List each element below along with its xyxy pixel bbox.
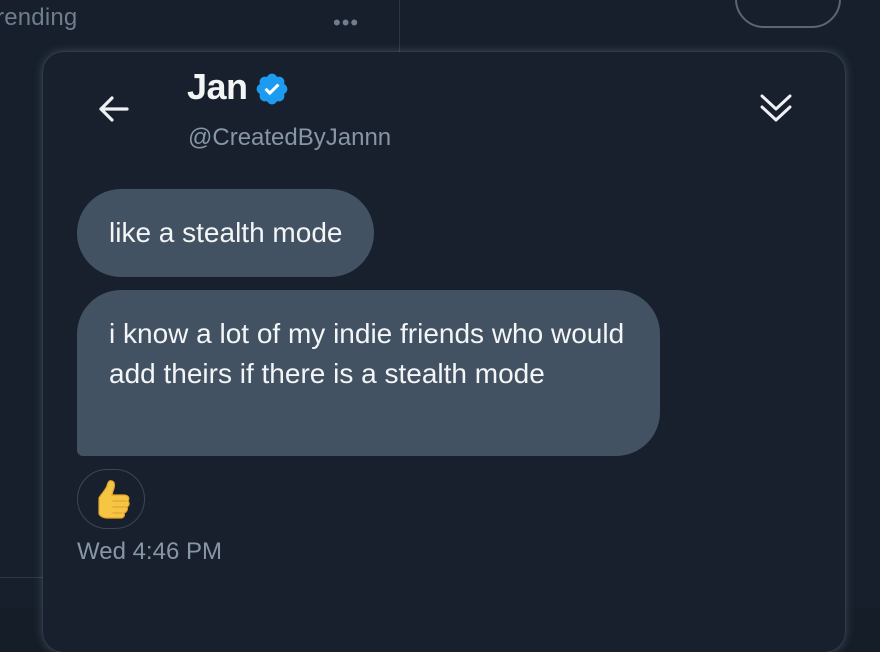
trending-label[interactable]: rending — [0, 4, 77, 32]
reaction-badge[interactable] — [77, 469, 145, 529]
row-divider — [0, 577, 44, 578]
top-pill-button[interactable] — [735, 0, 841, 28]
user-name[interactable]: Jan — [187, 66, 248, 108]
back-button[interactable] — [96, 92, 130, 126]
arrow-left-icon — [99, 96, 129, 122]
column-divider — [399, 0, 400, 52]
double-chevron-down-icon — [760, 94, 792, 122]
message-bubble[interactable]: like a stealth mode — [77, 189, 375, 277]
more-options-icon[interactable]: ••• — [333, 10, 359, 36]
conversation-header: Jan — [187, 66, 290, 108]
message-timestamp: Wed 4:46 PM — [77, 538, 222, 565]
collapse-button[interactable] — [758, 90, 794, 126]
user-handle[interactable]: @CreatedByJannn — [188, 124, 391, 152]
verified-badge-icon — [256, 73, 287, 105]
thumbs-up-icon — [98, 480, 130, 519]
message-bubble[interactable]: i know a lot of my indie friends who wou… — [77, 290, 660, 456]
